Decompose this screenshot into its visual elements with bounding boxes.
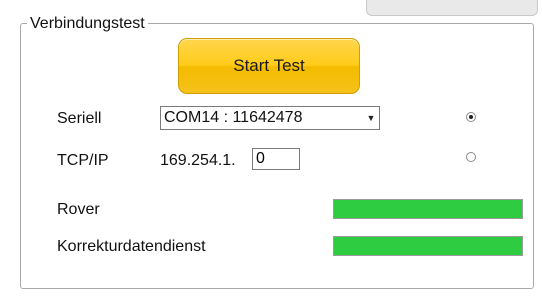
serial-label: Seriell xyxy=(57,110,102,127)
serial-radio[interactable] xyxy=(466,112,476,122)
chevron-down-icon[interactable]: ▼ xyxy=(363,113,379,123)
tcpip-label: TCP/IP xyxy=(57,152,109,169)
rover-label: Rover xyxy=(57,201,100,218)
serial-port-value: COM14 : 11642478 xyxy=(164,109,303,126)
window-tab-edge xyxy=(366,0,538,16)
group-title: Verbindungstest xyxy=(27,14,148,34)
correction-service-label: Korrekturdatendienst xyxy=(57,238,206,255)
correction-service-status-fill xyxy=(334,237,522,255)
correction-service-status-bar xyxy=(333,236,523,256)
ip-prefix: 169.254.1. xyxy=(160,152,236,169)
ip-last-octet-input[interactable] xyxy=(252,148,300,170)
rover-status-bar xyxy=(333,199,523,219)
start-test-button[interactable]: Start Test xyxy=(178,38,360,94)
tcpip-radio[interactable] xyxy=(466,152,476,162)
rover-status-fill xyxy=(334,200,522,218)
serial-port-select[interactable]: COM14 : 11642478 ▼ xyxy=(160,106,380,130)
